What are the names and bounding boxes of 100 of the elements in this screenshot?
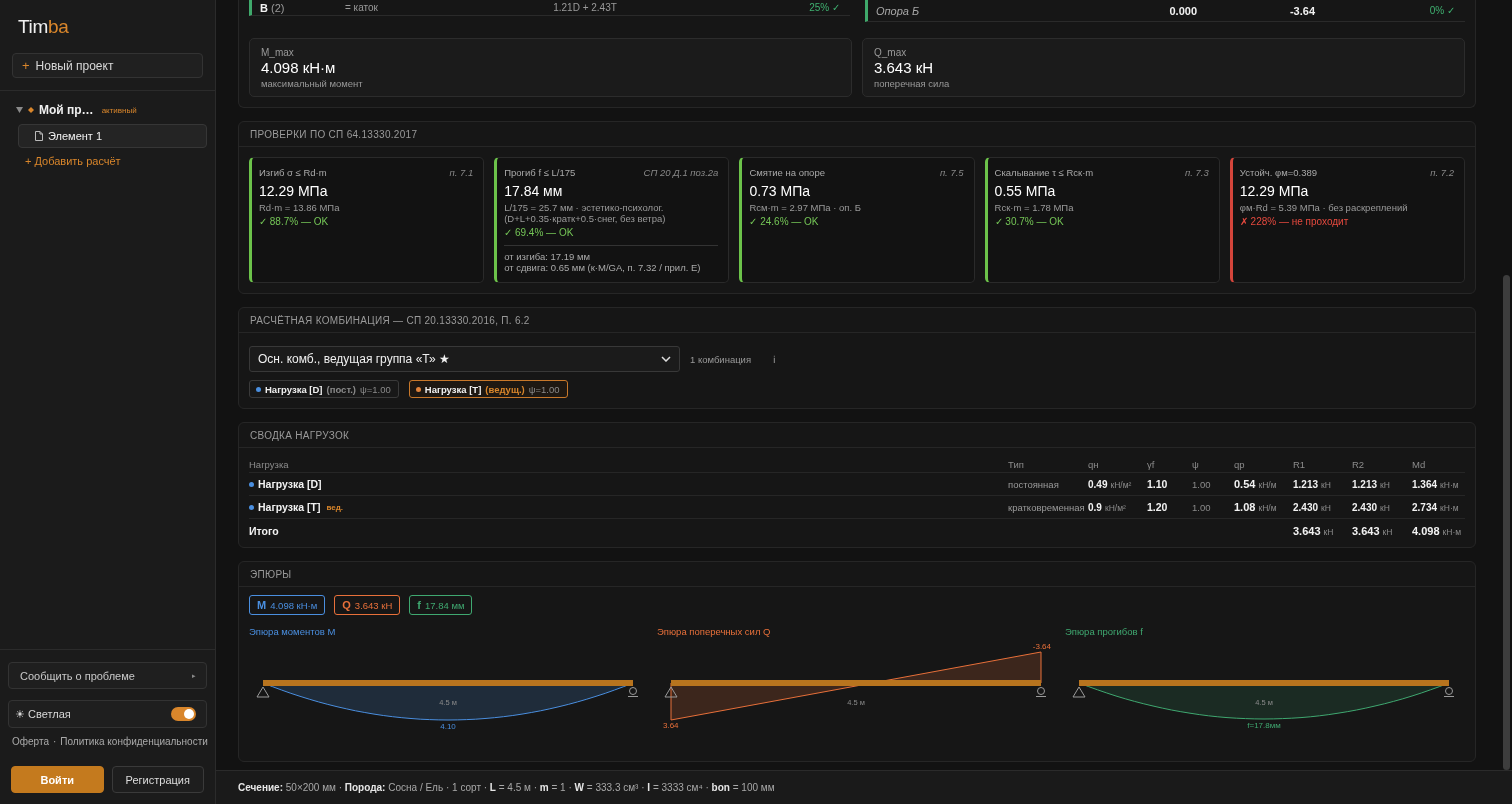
table-cell: 1.364 кН·м — [1412, 478, 1459, 490]
table-cell-text: В (2) — [260, 1, 286, 14]
status-label: активный — [101, 105, 137, 115]
column-header: qр — [1234, 459, 1245, 470]
diagram-title: Эпюра прогибов f — [1065, 626, 1143, 638]
legal-link[interactable]: Оферта — [12, 736, 49, 748]
caret-icon[interactable] — [16, 107, 23, 113]
metric-value: 4.098 кН·м — [261, 59, 336, 77]
scrollbar-thumb[interactable] — [1503, 275, 1510, 770]
legal-link[interactable]: Политика конфиденциальности — [60, 736, 208, 748]
column-header: Нагрузка — [249, 459, 289, 470]
metric-value: 3.643 кН — [874, 59, 934, 77]
value-label: f=17.8мм — [1247, 721, 1281, 730]
check-title: Изгиб σ ≤ Rd·m — [259, 167, 327, 179]
table-cell: 1.00 — [1192, 478, 1211, 490]
panel-title: РАСЧЁТНАЯ КОМБИНАЦИЯ — СП 20.13330.2016, П. 6.2 — [250, 314, 530, 326]
metric-caption: максимальный момент — [261, 77, 363, 90]
column-header: Тип — [1008, 459, 1024, 470]
check-title: Смятие на опоре — [749, 167, 825, 179]
check-result: ✗ 228% — не проходит — [1239, 215, 1349, 229]
check-detail: φм·Rd = 5.39 МПа · без раскреплений — [1239, 202, 1408, 213]
check-notes: от изгиба: 17.19 мм от сдвига: 0.65 мм (к·M/GA, п. 7.32 / прил. Е) — [504, 251, 701, 273]
roller-support-icon — [1035, 687, 1047, 697]
clause-reference: п. 7.2 — [1430, 167, 1454, 179]
clause-reference: п. 7.1 — [449, 167, 474, 179]
check-result: ✓ 24.6% — OK — [749, 215, 819, 229]
document-icon — [35, 131, 43, 141]
project-tree-item[interactable]: Мой пр… — [39, 103, 94, 117]
diagram-title: Эпюра поперечных сил Q — [657, 626, 771, 638]
value-chip[interactable]: f 17.84 мм — [409, 595, 473, 615]
check-title: Прогиб f ≤ L/175 — [504, 167, 576, 179]
table-cell: 1.08 кН/м — [1234, 501, 1277, 513]
pin-support-icon — [1072, 686, 1086, 698]
table-cell: 3.643 кН — [1293, 524, 1334, 537]
column-header: γf — [1147, 459, 1155, 470]
check-detail: Rск·m = 1.78 МПа — [994, 202, 1074, 213]
column-header: R1 — [1293, 459, 1306, 470]
check-title: Устойч. φм=0.389 — [1239, 167, 1318, 179]
separator: · — [52, 736, 57, 748]
roller-support-icon — [627, 687, 639, 697]
load-role: (пост.) — [326, 383, 356, 395]
table-cell: 2.734 кН·м — [1412, 501, 1459, 513]
leading-tag: вед. — [326, 502, 343, 512]
theme-toggle[interactable] — [171, 707, 196, 721]
table-cell-text: 0% ✓ — [1428, 5, 1455, 16]
metric-label: M_max — [261, 46, 294, 59]
table-cell: 1.213 кН — [1352, 478, 1390, 490]
total-label: Итого — [249, 524, 279, 537]
table-cell: 0.54 кН/м — [1234, 478, 1277, 490]
section-summary: Сечение: 50×200 мм · Порода: Сосна / Ель · 1 сорт · L = 4.5 м · m = 1 · W = 333.3 см³ · I = 3333 см⁴ · bon = 100 мм — [238, 782, 775, 793]
panel-title: ПРОВЕРКИ ПО СП 64.13330.2017 — [250, 128, 418, 140]
table-cell: 2.430 кН — [1293, 501, 1331, 513]
panel-title: СВОДКА НАГРУЗОК — [250, 429, 350, 441]
info-icon[interactable]: ℹ — [773, 352, 777, 366]
check-result: ✓ 88.7% — OK — [259, 215, 329, 229]
value-chip[interactable]: M 4.098 кН·м — [249, 595, 326, 615]
table-cell: постоянная — [1008, 478, 1059, 490]
check-value: 12.29 МПа — [1239, 182, 1309, 200]
add-calculation-link[interactable]: + Добавить расчёт — [25, 154, 121, 168]
column-header: ψ — [1192, 459, 1199, 470]
table-cell: 2.430 кН — [1352, 501, 1390, 513]
metric-caption: поперечная сила — [874, 77, 950, 90]
theme-label: ☀ Светлая — [15, 707, 71, 721]
clause-reference: СП 20 Д.1 поз.2а — [643, 167, 719, 179]
load-name: Нагрузка [D] — [258, 478, 322, 490]
check-detail: Rd·m = 13.86 МПа — [259, 202, 340, 213]
table-cell-text: -3.64 — [1288, 4, 1315, 17]
psi-factor: ψ=1.00 — [528, 383, 560, 395]
table-cell-text: 0.000 — [1168, 4, 1197, 17]
table-cell-text: = каток — [345, 2, 379, 13]
table-cell: 0.49 кН/м² — [1088, 478, 1132, 490]
clause-reference: п. 7.3 — [1185, 167, 1209, 179]
check-value: 17.84 мм — [504, 182, 563, 200]
table-cell-text: Опора Б — [876, 4, 921, 17]
pin-support-icon — [256, 686, 270, 698]
clause-reference: п. 7.5 — [939, 167, 964, 179]
check-value: 0.55 МПа — [994, 182, 1056, 200]
value-chip[interactable]: Q 3.643 кН — [334, 595, 401, 615]
combination-select[interactable]: Осн. комб., ведущая группа «Т» ★ — [249, 346, 680, 372]
tree-item[interactable]: Элемент 1 — [18, 124, 207, 148]
psi-factor: ψ=1.00 — [360, 383, 391, 395]
table-cell: кратковременная — [1008, 501, 1085, 513]
load-name: Нагрузка [D] — [265, 383, 323, 395]
value-label: 3.64 — [663, 721, 679, 730]
check-result: ✓ 30.7% — OK — [994, 215, 1064, 229]
check-detail: L/175 = 25.7 мм · эстетико-психолог. (D+L+0.35·кратк+0.5·снег, без ветра) — [504, 202, 666, 224]
check-detail: Rсм·m = 2.97 МПа · оп. Б — [749, 202, 861, 213]
table-cell-text: 1.21D + 2.43T — [552, 2, 618, 13]
register-button[interactable]: Регистрация — [111, 766, 204, 793]
table-cell: 1.10 — [1147, 478, 1168, 490]
load-name: Нагрузка [T] — [424, 383, 482, 395]
pin-support-icon — [664, 686, 678, 698]
column-header: R2 — [1352, 459, 1365, 470]
panel-title: ЭПЮРЫ — [250, 568, 292, 580]
column-header: Md — [1412, 459, 1426, 470]
table-cell: 1.213 кН — [1293, 478, 1331, 490]
check-value: 12.29 МПа — [259, 182, 328, 200]
diagram-title: Эпюра моментов M — [249, 626, 336, 638]
new-project-button[interactable]: + Новый проект — [12, 53, 203, 78]
value-label: -3.64 — [1032, 642, 1051, 651]
